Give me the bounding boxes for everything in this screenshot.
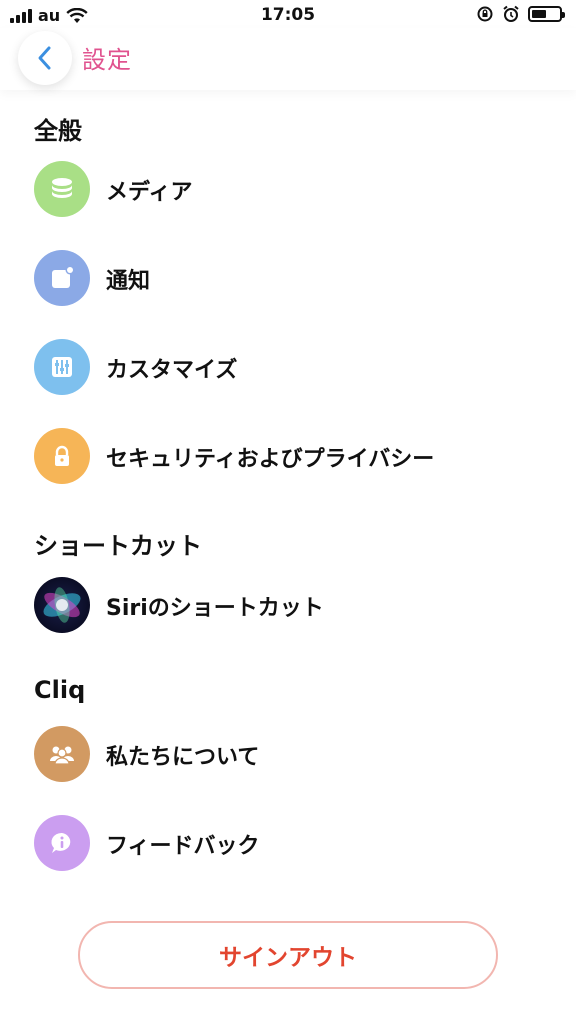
back-button[interactable] [18,31,72,85]
nav-bar: 設定 [0,28,576,90]
siri-icon [34,577,90,633]
info-bubble-icon [34,815,90,871]
settings-item-notifications[interactable]: 通知 [0,243,576,313]
settings-item-label: セキュリティおよびプライバシー [106,447,435,472]
settings-item-label: フィードバック [106,834,260,859]
signout-button[interactable]: サインアウト [78,921,498,989]
lock-icon [34,428,90,484]
people-icon [34,726,90,782]
settings-item-siri-shortcuts[interactable]: Siriのショートカット [0,570,576,640]
database-icon [34,161,90,217]
status-bar: au 17:05 [0,0,576,30]
page-title: 設定 [82,46,132,74]
notification-icon [34,250,90,306]
settings-item-label: 通知 [106,269,151,294]
battery-icon [528,6,565,22]
settings-item-label: カスタマイズ [106,358,238,383]
alarm-icon [503,5,519,22]
settings-item-label: Siriのショートカット [106,596,324,621]
section-header-cliq: Cliq [34,676,86,704]
sliders-icon [34,339,90,395]
settings-item-label: 私たちについて [106,745,260,770]
settings-item-security-privacy[interactable]: セキュリティおよびプライバシー [0,421,576,491]
chevron-left-icon [38,46,51,70]
orientation-lock-icon [477,6,493,22]
section-header-shortcuts: ショートカット [34,532,202,560]
settings-item-about-us[interactable]: 私たちについて [0,719,576,789]
settings-item-customize[interactable]: カスタマイズ [0,332,576,402]
status-right [476,5,565,23]
section-header-general: 全般 [34,117,82,145]
settings-item-media[interactable]: メディア [0,154,576,224]
settings-item-feedback[interactable]: フィードバック [0,808,576,878]
settings-item-label: メディア [106,180,193,205]
